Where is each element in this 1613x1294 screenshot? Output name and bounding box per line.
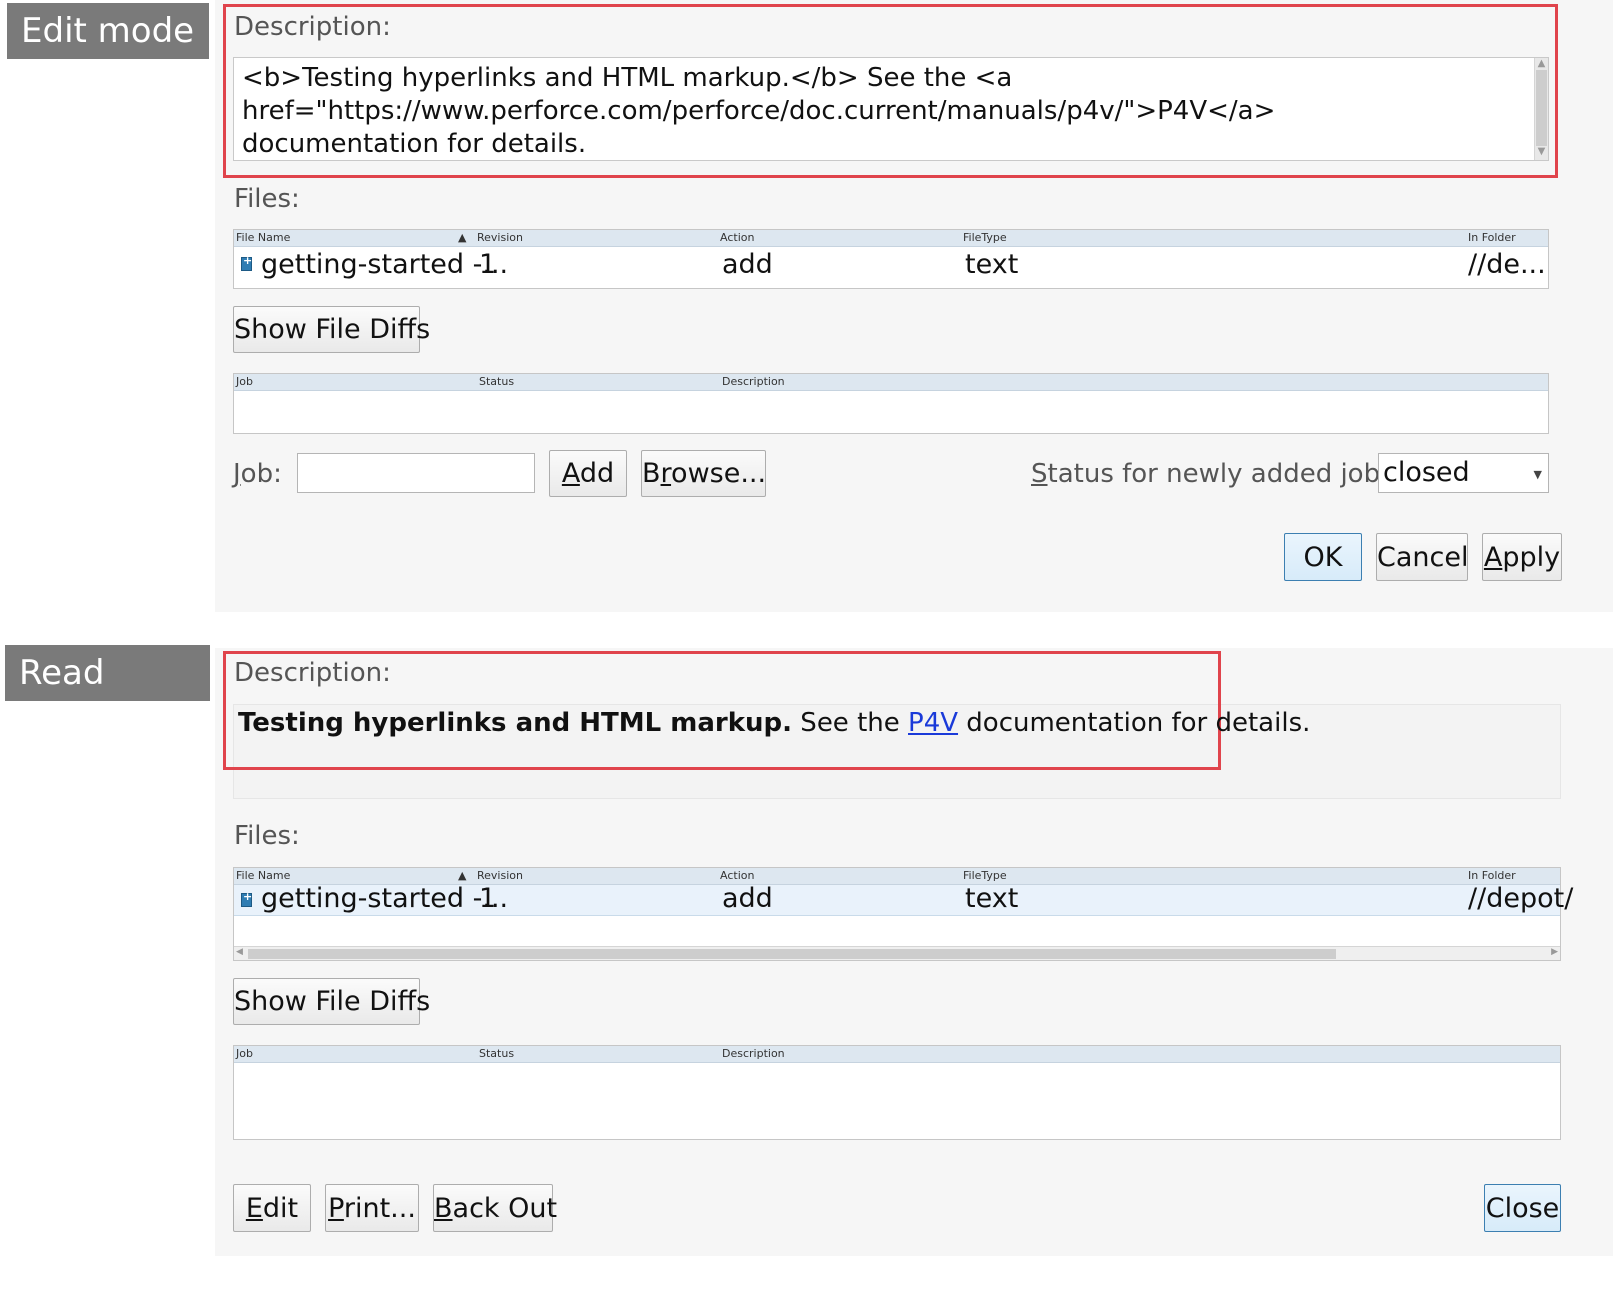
cancel-button[interactable]: Cancel <box>1376 533 1468 581</box>
edit-description-text: <b>Testing hyperlinks and HTML markup.</… <box>242 63 1276 159</box>
desc-bold-text: Testing hyperlinks and HTML markup. <box>238 708 793 738</box>
ok-button[interactable]: OK <box>1284 533 1362 581</box>
edit-description-scrollbar[interactable]: ▲ ▼ <box>1534 58 1548 160</box>
table-row[interactable]: getting-started -... 1 add text //de... <box>234 247 1548 285</box>
col-revision[interactable]: Revision <box>477 231 523 244</box>
col-status[interactable]: Status <box>479 375 514 388</box>
job-input[interactable] <box>297 453 535 493</box>
status-new-jobs-label: Status for newly added jobs: <box>1031 459 1403 489</box>
edit-button[interactable]: Edit <box>233 1184 311 1232</box>
revision-cell: 1 <box>479 883 497 914</box>
edit-mode-tag: Edit mode <box>7 3 209 59</box>
filetype-cell: text <box>965 249 1019 280</box>
col-description[interactable]: Description <box>722 375 785 388</box>
col-file-name[interactable]: File Name <box>236 869 290 882</box>
folder-cell: //depot/ <box>1468 883 1574 914</box>
edit-description-label: Description: <box>234 12 391 42</box>
scroll-up-icon[interactable]: ▲ <box>1535 58 1548 70</box>
table-row[interactable]: getting-started -... 1 add text //depot/ <box>234 883 1573 916</box>
col-filetype[interactable]: FileType <box>963 231 1007 244</box>
back-out-button[interactable]: Back Out <box>433 1184 557 1232</box>
revision-cell: 1 <box>479 249 497 280</box>
read-show-file-diffs-button[interactable]: Show File Diffs <box>233 978 430 1025</box>
col-filetype[interactable]: FileType <box>963 869 1007 882</box>
p4v-link[interactable]: P4V <box>908 708 958 738</box>
job-label: Job: <box>233 459 282 489</box>
read-files-label: Files: <box>234 821 300 851</box>
files-horizontal-scrollbar[interactable]: ◀ ▶ <box>234 946 1560 960</box>
file-name-cell: getting-started -... <box>261 249 509 280</box>
read-files-table: File Name ▲ Revision Action FileType In … <box>233 867 1573 961</box>
text-file-add-icon <box>241 890 252 907</box>
col-file-name[interactable]: File Name <box>236 231 290 244</box>
col-action[interactable]: Action <box>720 869 754 882</box>
col-description[interactable]: Description <box>722 1047 785 1060</box>
status-select[interactable]: closed ▼ <box>1378 453 1549 493</box>
col-action[interactable]: Action <box>720 231 754 244</box>
col-in-folder[interactable]: In Folder <box>1468 231 1516 244</box>
scroll-thumb[interactable] <box>1536 70 1547 146</box>
edit-files-header: File Name ▲ Revision Action FileType In … <box>234 230 1548 247</box>
edit-files-table: File Name ▲ Revision Action FileType In … <box>233 229 1549 289</box>
text-file-add-icon <box>241 254 252 271</box>
apply-button[interactable]: Apply <box>1482 533 1562 581</box>
scroll-right-icon[interactable]: ▶ <box>1551 947 1558 957</box>
close-button[interactable]: Close <box>1484 1184 1561 1232</box>
sort-ascending-icon: ▲ <box>458 231 467 244</box>
filetype-cell: text <box>965 883 1019 914</box>
read-description-label: Description: <box>234 658 391 688</box>
add-job-button[interactable]: Add <box>549 450 627 497</box>
edit-show-file-diffs-button[interactable]: Show File Diffs <box>233 306 430 353</box>
edit-jobs-header: Job Status Description <box>234 374 1548 391</box>
read-jobs-header: Job Status Description <box>234 1046 1560 1063</box>
sort-ascending-icon: ▲ <box>458 869 467 882</box>
col-job[interactable]: Job <box>236 1047 253 1060</box>
browse-jobs-button[interactable]: Browse... <box>641 450 766 497</box>
read-description-text: Testing hyperlinks and HTML markup. See … <box>238 708 1311 738</box>
scroll-thumb[interactable] <box>248 949 1336 959</box>
col-revision[interactable]: Revision <box>477 869 523 882</box>
read-jobs-table: Job Status Description <box>233 1045 1561 1140</box>
col-status[interactable]: Status <box>479 1047 514 1060</box>
col-in-folder[interactable]: In Folder <box>1468 869 1516 882</box>
read-mode-tag: Read mode <box>5 645 210 749</box>
edit-files-label: Files: <box>234 184 300 214</box>
action-cell: add <box>722 883 773 914</box>
scroll-down-icon[interactable]: ▼ <box>1535 146 1548 158</box>
edit-description-textarea[interactable]: <b>Testing hyperlinks and HTML markup.</… <box>233 57 1549 161</box>
file-name-cell: getting-started -... <box>261 883 509 914</box>
edit-jobs-table: Job Status Description <box>233 373 1549 434</box>
scroll-left-icon[interactable]: ◀ <box>236 947 243 957</box>
print-button[interactable]: Print... <box>325 1184 419 1232</box>
action-cell: add <box>722 249 773 280</box>
col-job[interactable]: Job <box>236 375 253 388</box>
folder-cell: //de... <box>1468 249 1546 280</box>
chevron-down-icon[interactable]: ▼ <box>1534 468 1542 481</box>
status-select-value: closed <box>1383 457 1470 488</box>
